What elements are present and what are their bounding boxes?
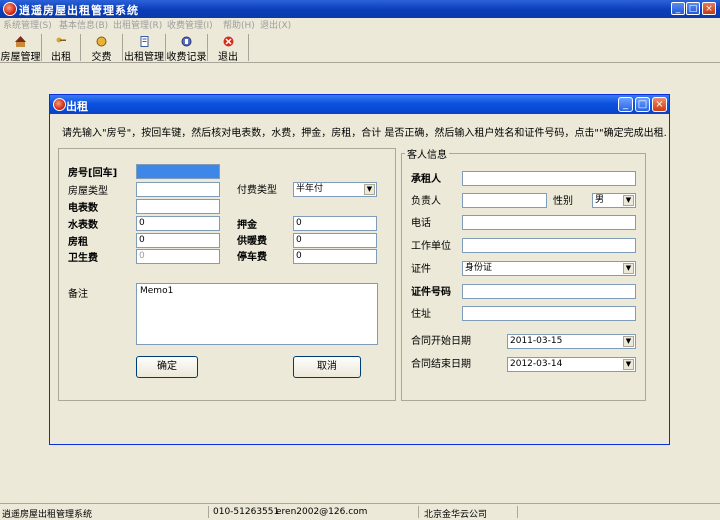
menu-system[interactable]: 系统管理(S)	[3, 18, 52, 31]
start-date-value: 2011-03-15	[510, 336, 563, 346]
deposit-input[interactable]: 0	[293, 216, 377, 231]
dialog-icon	[53, 98, 66, 111]
rent-input[interactable]: 0	[136, 233, 220, 248]
sanitation-label: 卫生费	[68, 253, 98, 264]
exit-button[interactable]: 退出	[208, 34, 249, 63]
start-date-picker[interactable]: 2011-03-15 ▼	[507, 334, 636, 349]
status-email: eren2002@126.com	[276, 507, 368, 517]
instruction-text: 请先输入"房号"，按回车键，然后核对电表数，水费，押金，房租，合计 是否正确，然…	[62, 128, 667, 139]
heating-input[interactable]: 0	[293, 233, 377, 248]
room-no-label: 房号[回车]	[68, 168, 118, 179]
menu-bar: 系统管理(S) 基本信息(B) 出租管理(R) 收费管理(I) 帮助(H) 退出…	[0, 18, 720, 31]
pay-type-select[interactable]: 半年付 ▼	[293, 182, 377, 197]
status-app-name: 逍遥房屋出租管理系统	[2, 510, 93, 520]
address-label: 住址	[411, 309, 431, 320]
menu-help[interactable]: 帮助(H)	[223, 18, 255, 31]
room-type-input[interactable]	[136, 182, 220, 197]
dialog-title-bar: 出租 _ □ ×	[50, 95, 669, 114]
gender-select[interactable]: 男 ▼	[592, 193, 636, 208]
parking-label: 停车费	[237, 252, 267, 263]
dialog-minimize-button[interactable]: _	[618, 97, 633, 112]
rental-management-button[interactable]: 出租管理	[123, 34, 166, 63]
close-button[interactable]: ×	[702, 2, 716, 15]
document-icon	[140, 36, 148, 47]
menu-basic-info[interactable]: 基本信息(B)	[59, 18, 108, 31]
app-icon	[3, 2, 17, 16]
pay-type-value: 半年付	[296, 184, 324, 194]
lessee-input[interactable]	[462, 171, 636, 186]
fee-records-button[interactable]: 收费记录	[166, 34, 208, 63]
guest-info-label: 客人信息	[405, 146, 449, 161]
parking-input[interactable]: 0	[293, 249, 377, 264]
id-type-value: 身份证	[465, 263, 493, 273]
chevron-down-icon[interactable]: ▼	[623, 195, 634, 206]
id-no-input[interactable]	[462, 284, 636, 299]
phone-input[interactable]	[462, 215, 636, 230]
records-icon	[181, 36, 192, 47]
minimize-button[interactable]: _	[671, 2, 685, 15]
pay-fee-button[interactable]: 交费	[81, 34, 123, 63]
status-bar: 逍遥房屋出租管理系统 010-51263551 eren2002@126.com…	[0, 503, 720, 520]
house-management-button[interactable]: 房屋管理	[0, 34, 42, 63]
room-type-label: 房屋类型	[68, 186, 108, 197]
chevron-down-icon[interactable]: ▼	[623, 359, 634, 370]
deposit-label: 押金	[237, 220, 257, 231]
remark-label: 备注	[68, 289, 88, 300]
id-type-select[interactable]: 身份证 ▼	[462, 261, 636, 276]
id-no-label: 证件号码	[411, 287, 451, 298]
dialog-close-button[interactable]: ×	[652, 97, 667, 112]
principal-label: 负责人	[411, 196, 441, 207]
ok-button[interactable]: 确定	[136, 356, 198, 378]
toolbar: 房屋管理 出租 交费 出租管理 收费记录 退出	[0, 32, 720, 63]
chevron-down-icon[interactable]: ▼	[364, 184, 375, 195]
sanitation-input[interactable]: 0	[136, 249, 220, 264]
status-company: 北京金华云公司	[424, 510, 488, 520]
employer-input[interactable]	[462, 238, 636, 253]
rent-out-button[interactable]: 出租	[42, 34, 81, 63]
meter-input[interactable]	[136, 199, 220, 214]
dialog-maximize-button[interactable]: □	[635, 97, 650, 112]
menu-fees[interactable]: 收费管理(I)	[167, 18, 213, 31]
remark-textarea[interactable]: Memo1	[136, 283, 378, 345]
dialog-title: 出租	[66, 100, 88, 113]
maximize-button[interactable]: □	[686, 2, 700, 15]
pay-type-label: 付费类型	[237, 185, 277, 196]
start-date-label: 合同开始日期	[411, 336, 471, 347]
status-phone: 010-51263551	[213, 507, 280, 517]
main-window-title: 逍遥房屋出租管理系统	[19, 4, 139, 17]
end-date-picker[interactable]: 2012-03-14 ▼	[507, 357, 636, 372]
rent-label: 房租	[68, 237, 88, 248]
address-input[interactable]	[462, 306, 636, 321]
gender-value: 男	[595, 195, 605, 205]
menu-exit[interactable]: 退出(X)	[260, 18, 291, 31]
chevron-down-icon[interactable]: ▼	[623, 336, 634, 347]
id-type-label: 证件	[411, 264, 431, 275]
heating-label: 供暖费	[237, 236, 267, 247]
menu-rental[interactable]: 出租管理(R)	[113, 18, 162, 31]
meter-label: 电表数	[68, 203, 98, 214]
lessee-label: 承租人	[411, 174, 441, 185]
chevron-down-icon[interactable]: ▼	[623, 263, 634, 274]
cancel-button[interactable]: 取消	[293, 356, 361, 378]
phone-label: 电话	[411, 218, 431, 229]
water-label: 水表数	[68, 220, 98, 231]
coin-icon	[96, 36, 107, 47]
employer-label: 工作单位	[411, 241, 451, 252]
end-date-value: 2012-03-14	[510, 359, 563, 369]
main-title-bar: 逍遥房屋出租管理系统 _ □ ×	[0, 0, 720, 18]
exit-icon	[223, 36, 233, 47]
water-input[interactable]: 0	[136, 216, 220, 231]
key-icon	[56, 37, 66, 43]
principal-input[interactable]	[462, 193, 547, 208]
room-no-input[interactable]	[136, 164, 220, 179]
gender-label: 性别	[553, 196, 573, 207]
end-date-label: 合同结束日期	[411, 359, 471, 370]
house-icon	[15, 36, 26, 47]
